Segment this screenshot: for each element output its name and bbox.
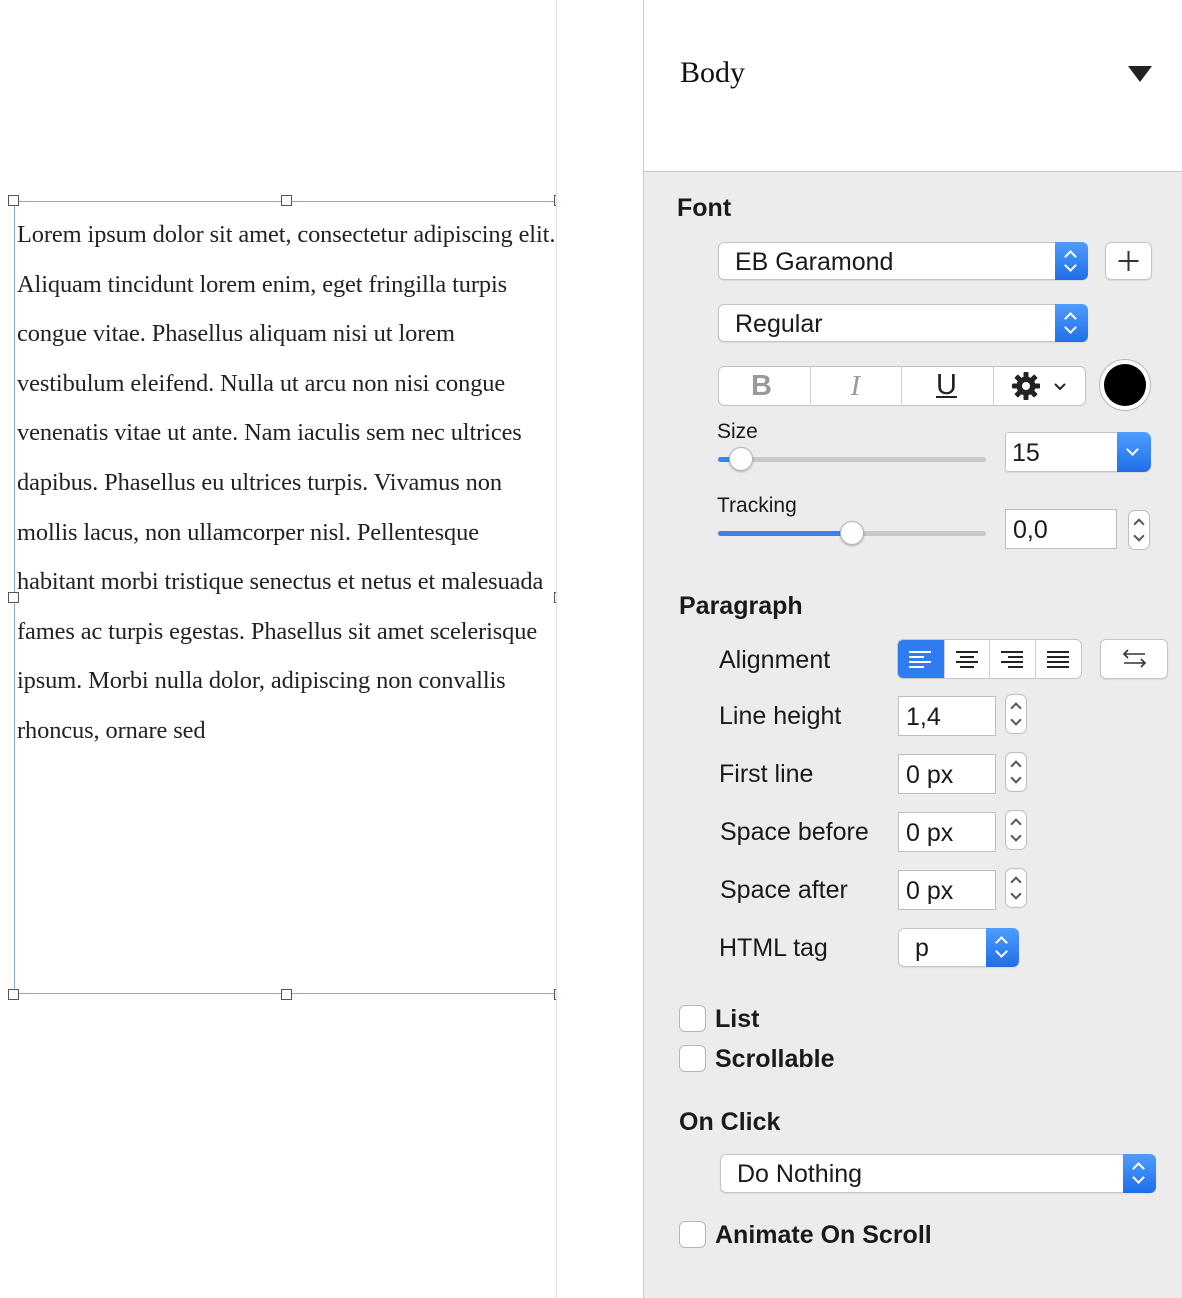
text-direction-button[interactable] (1100, 639, 1168, 679)
italic-button[interactable]: I (811, 367, 902, 405)
align-left-button[interactable] (898, 640, 945, 678)
space-before-field[interactable]: 0 px (898, 812, 996, 852)
swap-arrows-icon (1122, 649, 1147, 668)
text-style-name[interactable]: Body (680, 56, 745, 90)
tracking-value[interactable]: 0,0 (1013, 516, 1048, 545)
align-justify-button[interactable] (1036, 640, 1082, 678)
chevron-down-icon (1053, 383, 1066, 391)
tracking-slider-knob[interactable] (840, 521, 864, 545)
selected-text-box[interactable]: Lorem ipsum dolor sit amet, consectetur … (14, 201, 559, 994)
tracking-label: Tracking (717, 494, 797, 517)
size-slider[interactable] (718, 457, 986, 462)
tracking-stepper[interactable] (1128, 510, 1150, 550)
line-height-value[interactable]: 1,4 (906, 703, 941, 732)
line-height-stepper[interactable] (1005, 694, 1027, 734)
line-height-label: Line height (719, 702, 842, 730)
bold-button[interactable]: B (719, 367, 811, 405)
first-line-label: First line (719, 760, 814, 788)
resize-handle-top-center[interactable] (281, 195, 292, 206)
space-after-field[interactable]: 0 px (898, 870, 996, 910)
chevron-down-icon[interactable] (1117, 432, 1151, 472)
line-height-field[interactable]: 1,4 (898, 696, 996, 736)
on-click-action-value: Do Nothing (737, 1160, 863, 1188)
alignment-label: Alignment (719, 646, 831, 674)
list-checkbox[interactable] (679, 1005, 706, 1032)
animate-on-scroll-checkbox[interactable] (679, 1221, 706, 1248)
on-click-section-title: On Click (679, 1108, 781, 1136)
animate-on-scroll-label[interactable]: Animate On Scroll (715, 1221, 932, 1250)
font-style-segmented-control: B I U (718, 366, 1086, 406)
space-after-label: Space after (720, 876, 848, 904)
text-options-menu[interactable] (994, 367, 1086, 405)
updown-arrows-icon (1055, 304, 1088, 342)
underline-button[interactable]: U (902, 367, 994, 405)
text-style-selector[interactable]: Body (644, 0, 1182, 172)
html-tag-select[interactable]: p (898, 928, 1019, 967)
add-font-button[interactable] (1105, 242, 1152, 280)
size-value[interactable]: 15 (1012, 439, 1040, 468)
text-box-content[interactable]: Lorem ipsum dolor sit amet, consectetur … (17, 210, 562, 756)
resize-handle-middle-left[interactable] (8, 592, 19, 603)
text-color-well[interactable] (1099, 359, 1151, 411)
resize-handle-bottom-center[interactable] (281, 989, 292, 1000)
font-weight-value: Regular (735, 310, 823, 338)
updown-arrows-icon (986, 928, 1019, 967)
updown-arrows-icon (1055, 242, 1088, 280)
text-color-swatch (1104, 364, 1146, 406)
space-before-label: Space before (720, 818, 869, 846)
text-inspector-panel: Body Font EB Garamond Regular B I U Size… (643, 0, 1182, 1298)
scrollable-label[interactable]: Scrollable (715, 1045, 835, 1074)
font-weight-select[interactable]: Regular (718, 304, 1088, 342)
space-before-value[interactable]: 0 px (906, 819, 953, 848)
list-label[interactable]: List (715, 1005, 759, 1034)
first-line-stepper[interactable] (1005, 752, 1027, 792)
gear-icon (1011, 372, 1040, 400)
space-after-stepper[interactable] (1005, 868, 1027, 908)
size-combo-box[interactable]: 15 (1005, 432, 1151, 472)
triangle-down-icon[interactable] (1128, 66, 1152, 82)
align-center-button[interactable] (945, 640, 990, 678)
bold-label: B (751, 370, 772, 402)
space-before-stepper[interactable] (1005, 810, 1027, 850)
font-section-title: Font (677, 194, 732, 222)
paragraph-section-title: Paragraph (679, 592, 803, 620)
first-line-field[interactable]: 0 px (898, 754, 996, 794)
tracking-field[interactable]: 0,0 (1005, 509, 1117, 549)
resize-handle-bottom-left[interactable] (8, 989, 19, 1000)
font-family-value: EB Garamond (735, 248, 894, 276)
on-click-action-select[interactable]: Do Nothing (720, 1154, 1156, 1193)
space-after-value[interactable]: 0 px (906, 877, 953, 906)
scrollable-checkbox[interactable] (679, 1045, 706, 1072)
html-tag-value: p (915, 934, 929, 962)
plus-icon (1118, 251, 1139, 271)
underline-label: U (936, 369, 957, 401)
resize-handle-top-left[interactable] (8, 195, 19, 206)
canvas-gutter (557, 0, 643, 1298)
html-tag-label: HTML tag (719, 934, 828, 962)
align-right-button[interactable] (990, 640, 1036, 678)
font-family-select[interactable]: EB Garamond (718, 242, 1088, 280)
italic-label: I (850, 370, 861, 402)
size-label: Size (717, 420, 758, 443)
design-canvas[interactable]: Lorem ipsum dolor sit amet, consectetur … (0, 0, 565, 1298)
size-slider-knob[interactable] (729, 447, 753, 471)
first-line-value[interactable]: 0 px (906, 761, 953, 790)
updown-arrows-icon (1123, 1154, 1156, 1193)
alignment-segmented-control (897, 639, 1082, 679)
